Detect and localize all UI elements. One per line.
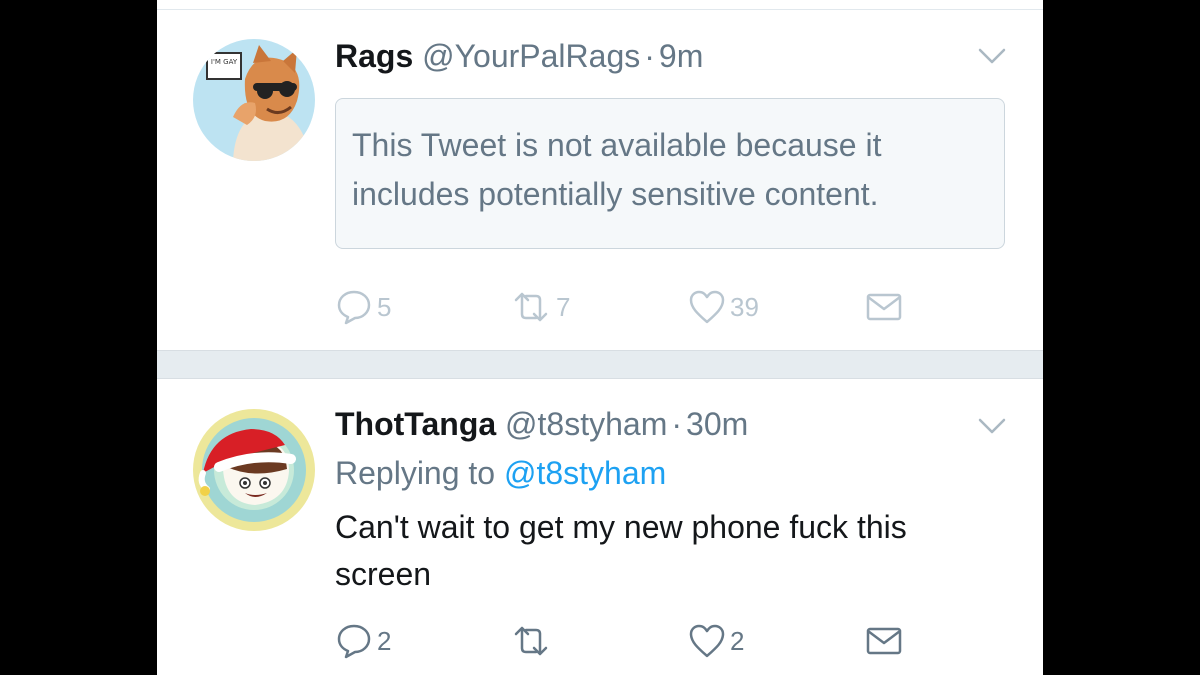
tweet-separator: [157, 350, 1043, 379]
tweet-thottanga[interactable]: ThotTanga @t8styham · 30m Replying to @t8s…: [157, 380, 1043, 675]
avatar-image: I'M GAY: [193, 39, 315, 161]
separator-dot: ·: [644, 38, 655, 74]
tweet-actions: 2 2: [335, 621, 1035, 661]
envelope-icon: [866, 293, 902, 321]
tweet-header: ThotTanga @t8styham · 30m: [335, 404, 748, 444]
reply-button[interactable]: 2: [335, 621, 391, 661]
avatar[interactable]: I'M GAY: [193, 39, 315, 161]
reply-count: 2: [377, 625, 392, 656]
avatar-sign-text: I'M GAY: [211, 58, 238, 66]
sensitive-content-notice[interactable]: This Tweet is not available because it i…: [335, 98, 1005, 249]
tweet-header: Rags @YourPalRags · 9m: [335, 36, 703, 76]
timestamp[interactable]: 30m: [686, 406, 748, 442]
reply-button[interactable]: 5: [335, 287, 391, 327]
reply-icon: [337, 624, 371, 659]
direct-message-button[interactable]: [865, 287, 903, 327]
chevron-down-icon[interactable]: [977, 416, 1007, 436]
chevron-down-icon[interactable]: [977, 46, 1007, 66]
separator-dot: ·: [671, 406, 683, 442]
replying-to: Replying to @t8styham: [335, 453, 666, 493]
like-count: 2: [730, 625, 745, 656]
handle[interactable]: @t8styham: [505, 406, 667, 442]
retweet-count: 7: [556, 291, 571, 322]
timestamp[interactable]: 9m: [659, 38, 703, 74]
tweet-actions: 5 7 39: [335, 287, 1035, 327]
avatar-image: [193, 409, 315, 531]
timeline: I'M GAY Rags @YourPalRags · 9m This Tweet …: [157, 0, 1043, 675]
display-name[interactable]: ThotTanga: [335, 406, 496, 442]
direct-message-button[interactable]: [865, 621, 903, 661]
like-count: 39: [730, 291, 759, 322]
like-button[interactable]: 39: [688, 287, 759, 327]
retweet-icon: [514, 626, 548, 656]
heart-icon: [689, 290, 725, 324]
display-name[interactable]: Rags: [335, 38, 413, 74]
heart-icon: [689, 624, 725, 658]
replying-to-label: Replying to: [335, 455, 496, 491]
reply-icon: [337, 290, 371, 325]
reply-count: 5: [377, 291, 392, 322]
retweet-button[interactable]: 7: [510, 287, 570, 327]
tweet-rags[interactable]: I'M GAY Rags @YourPalRags · 9m This Tweet …: [157, 0, 1043, 350]
retweet-icon: [514, 292, 548, 322]
envelope-icon: [866, 627, 902, 655]
tweet-text: Can't wait to get my new phone fuck this…: [335, 509, 907, 592]
handle[interactable]: @YourPalRags: [422, 38, 640, 74]
like-button[interactable]: 2: [688, 621, 744, 661]
avatar[interactable]: [193, 409, 315, 531]
retweet-button[interactable]: [510, 621, 556, 661]
replying-to-handle[interactable]: @t8styham: [504, 455, 666, 491]
